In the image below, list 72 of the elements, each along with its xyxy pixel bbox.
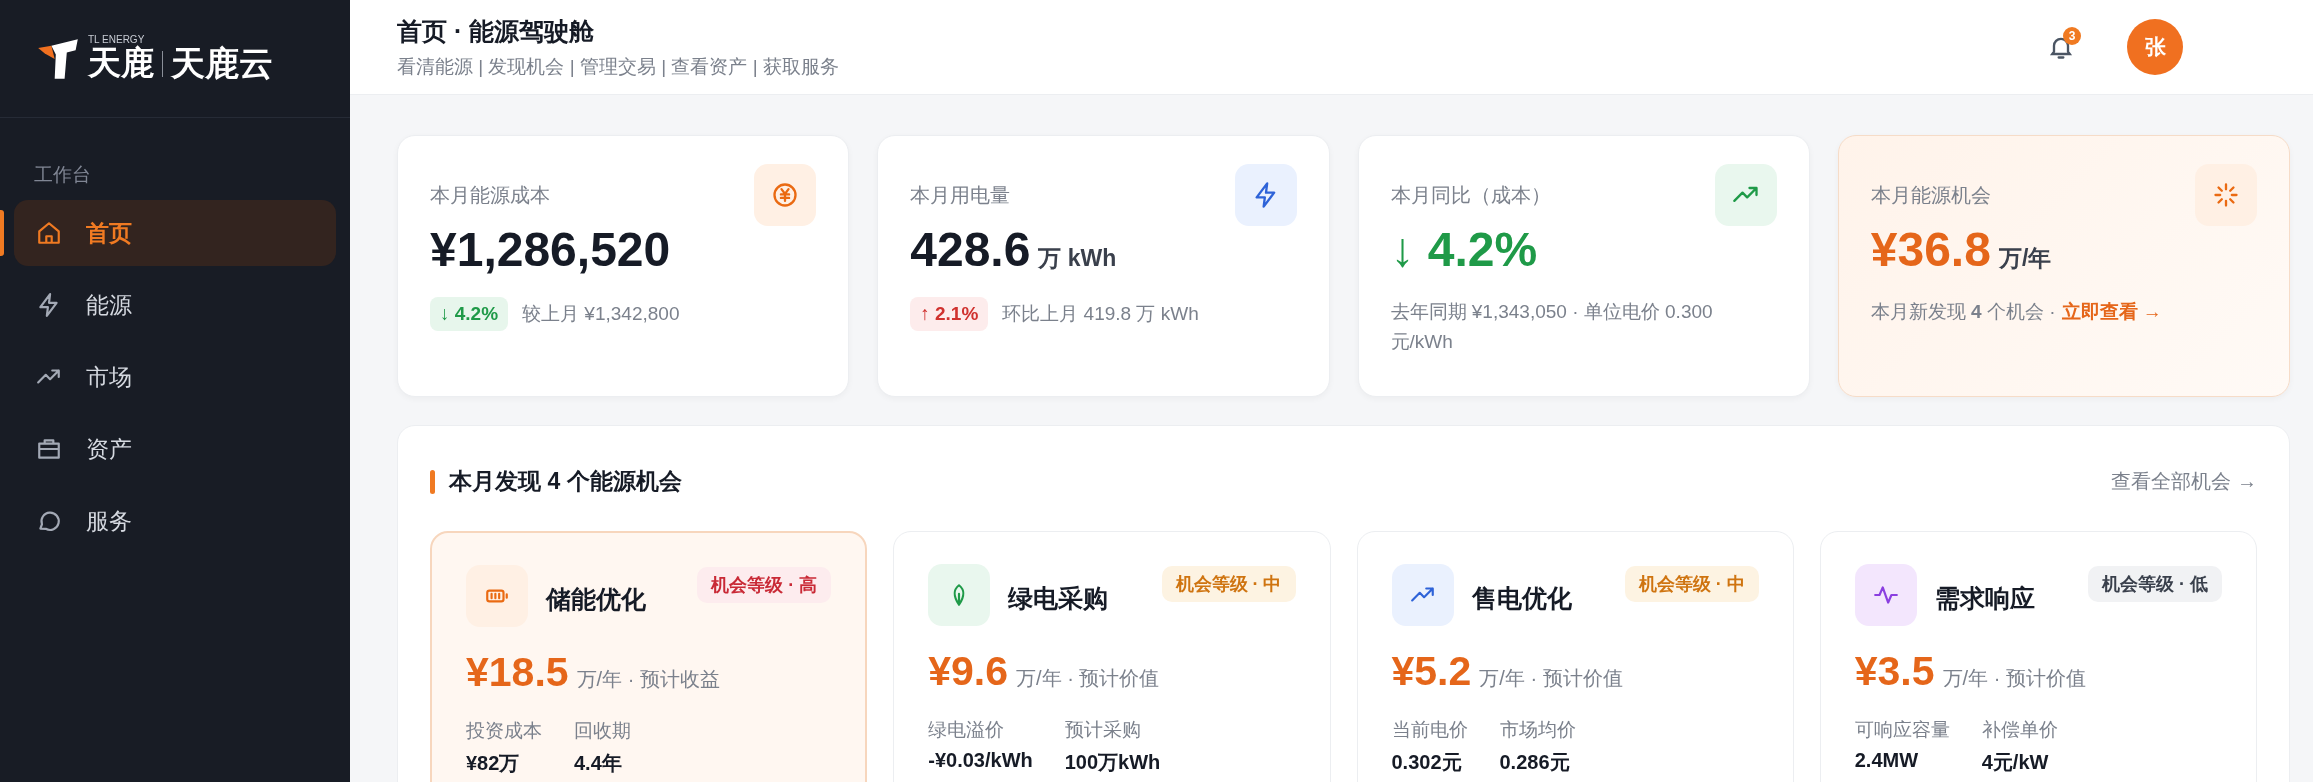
metric-value: 4.4年 (574, 751, 623, 776)
logo-icon (36, 36, 80, 81)
product-name: 天鹿云 (171, 42, 273, 84)
metric-label: 投资成本 (466, 719, 542, 743)
grade-tag: 机会等级 · 高 (697, 567, 832, 603)
notification-count: 3 (2063, 27, 2081, 45)
page-subtitle: 看清能源 | 发现机会 | 管理交易 | 查看资产 | 获取服务 (397, 54, 840, 79)
metric-label: 当前电价 (1391, 718, 1468, 742)
section-title: 本月发现 4 个能源机会 (449, 467, 683, 496)
kpi-note: 去年同期 ¥1,343,050 · 单位电价 0.300 元/kWh (1390, 300, 1714, 355)
home-icon (36, 220, 62, 246)
opportunity-title: 售电优化 (1471, 582, 1573, 614)
kpi-unit: 万/年 (1998, 244, 2052, 273)
metric-value: 100万kWh (1064, 750, 1161, 775)
briefcase-icon (36, 436, 62, 462)
metric-label: 可响应容量 (1854, 718, 1950, 742)
change-badge: ↑ 2.1% (910, 297, 989, 332)
nav-section-label: 工作台 (33, 163, 92, 187)
metric-label: 市场均价 (1499, 718, 1576, 742)
nav-item[interactable]: 市场 (14, 344, 336, 410)
yuan-coin-icon (771, 181, 800, 209)
kpi-label: 本月能源成本 (430, 183, 550, 208)
kpi-note: 环比上月 419.8 万 kWh (1002, 302, 1199, 326)
section-accent-bar (430, 469, 435, 494)
brand-name: 天鹿 (88, 45, 154, 82)
nav-item[interactable]: 资产 (14, 416, 336, 482)
view-all-link[interactable]: 查看全部机会 → (2111, 468, 2257, 495)
metric-value: 4元/kW (1981, 750, 2050, 775)
nav-item[interactable]: 服务 (14, 488, 336, 554)
brand-tagline: TL ENERGY (88, 35, 145, 46)
grade-tag: 机会等级 · 低 (2088, 566, 2222, 602)
opportunity-amount: ¥18.5 (466, 649, 569, 696)
kpi-value: ¥36.8 (1870, 222, 1991, 277)
opportunity-card[interactable]: 储能优化 机会等级 · 高 ¥18.5 万/年 · 预计收益 投资成本 ¥82万 回收期 4.4年 (430, 531, 868, 782)
opportunity-amount: ¥5.2 (1391, 648, 1472, 695)
opportunity-card[interactable]: 售电优化 机会等级 · 中 ¥5.2 万/年 · 预计价值 当前电价 0.302元 市场均价 0.286元 (1356, 531, 1794, 782)
amount-note: 万/年 · 预计价值 (1942, 666, 2086, 691)
amount-note: 万/年 · 预计价值 (1479, 666, 1623, 691)
change-badge: ↓ 4.2% (430, 297, 509, 332)
kpi-unit: 万 kWh (1038, 244, 1117, 273)
grade-tag: 机会等级 · 中 (1624, 566, 1759, 602)
opportunity-amount: ¥9.6 (928, 648, 1009, 695)
kpi-label: 本月能源机会 (1870, 183, 1991, 208)
amount-note: 万/年 · 预计价值 (1016, 666, 1160, 691)
nav-item[interactable]: 首页 (14, 200, 336, 266)
metric-label: 补偿单价 (1981, 718, 2058, 742)
nav-item[interactable]: 能源 (14, 272, 336, 338)
opportunity-card[interactable]: 需求响应 机会等级 · 低 ¥3.5 万/年 · 预计价值 可响应容量 2.4MW 补偿单价 4元/kW (1819, 531, 2257, 782)
kpi-label: 本月用电量 (910, 183, 1011, 208)
opportunity-amount: ¥3.5 (1854, 648, 1935, 695)
opportunity-title: 绿电采购 (1008, 582, 1110, 614)
kpi-note: 较上月 ¥1,342,800 (522, 302, 680, 326)
metric-value: 0.286元 (1499, 750, 1571, 775)
opportunity-title: 储能优化 (546, 583, 647, 615)
opportunity-title: 需求响应 (1934, 582, 2036, 614)
amount-note: 万/年 · 预计收益 (576, 667, 720, 692)
metric-value: -¥0.03/kWh (928, 749, 1033, 772)
metric-value: 0.302元 (1391, 750, 1463, 775)
metric-label: 绿电溢价 (928, 718, 1006, 742)
opportunity-card[interactable]: 绿电采购 机会等级 · 中 ¥9.6 万/年 · 预计价值 绿电溢价 -¥0.03/kWh 预计采购 100万kWh (893, 531, 1331, 782)
kpi-note: 本月新发现 4 个机会 · (1870, 300, 2056, 324)
sparkle-icon (2212, 181, 2240, 209)
metric-label: 预计采购 (1064, 718, 1142, 742)
kpi-label: 本月同比（成本） (1390, 183, 1551, 208)
kpi-value: ↓ 4.2% (1390, 222, 1538, 277)
kpi-value: ¥1,286,520 (430, 222, 671, 277)
metric-label: 回收期 (574, 719, 631, 743)
kpi-value: 428.6 (910, 222, 1031, 277)
metric-value: ¥82万 (466, 751, 521, 776)
page-title: 首页 · 能源驾驶舱 (397, 15, 596, 47)
grade-tag: 机会等级 · 中 (1161, 566, 1296, 602)
metric-value: 2.4MW (1854, 749, 1920, 772)
